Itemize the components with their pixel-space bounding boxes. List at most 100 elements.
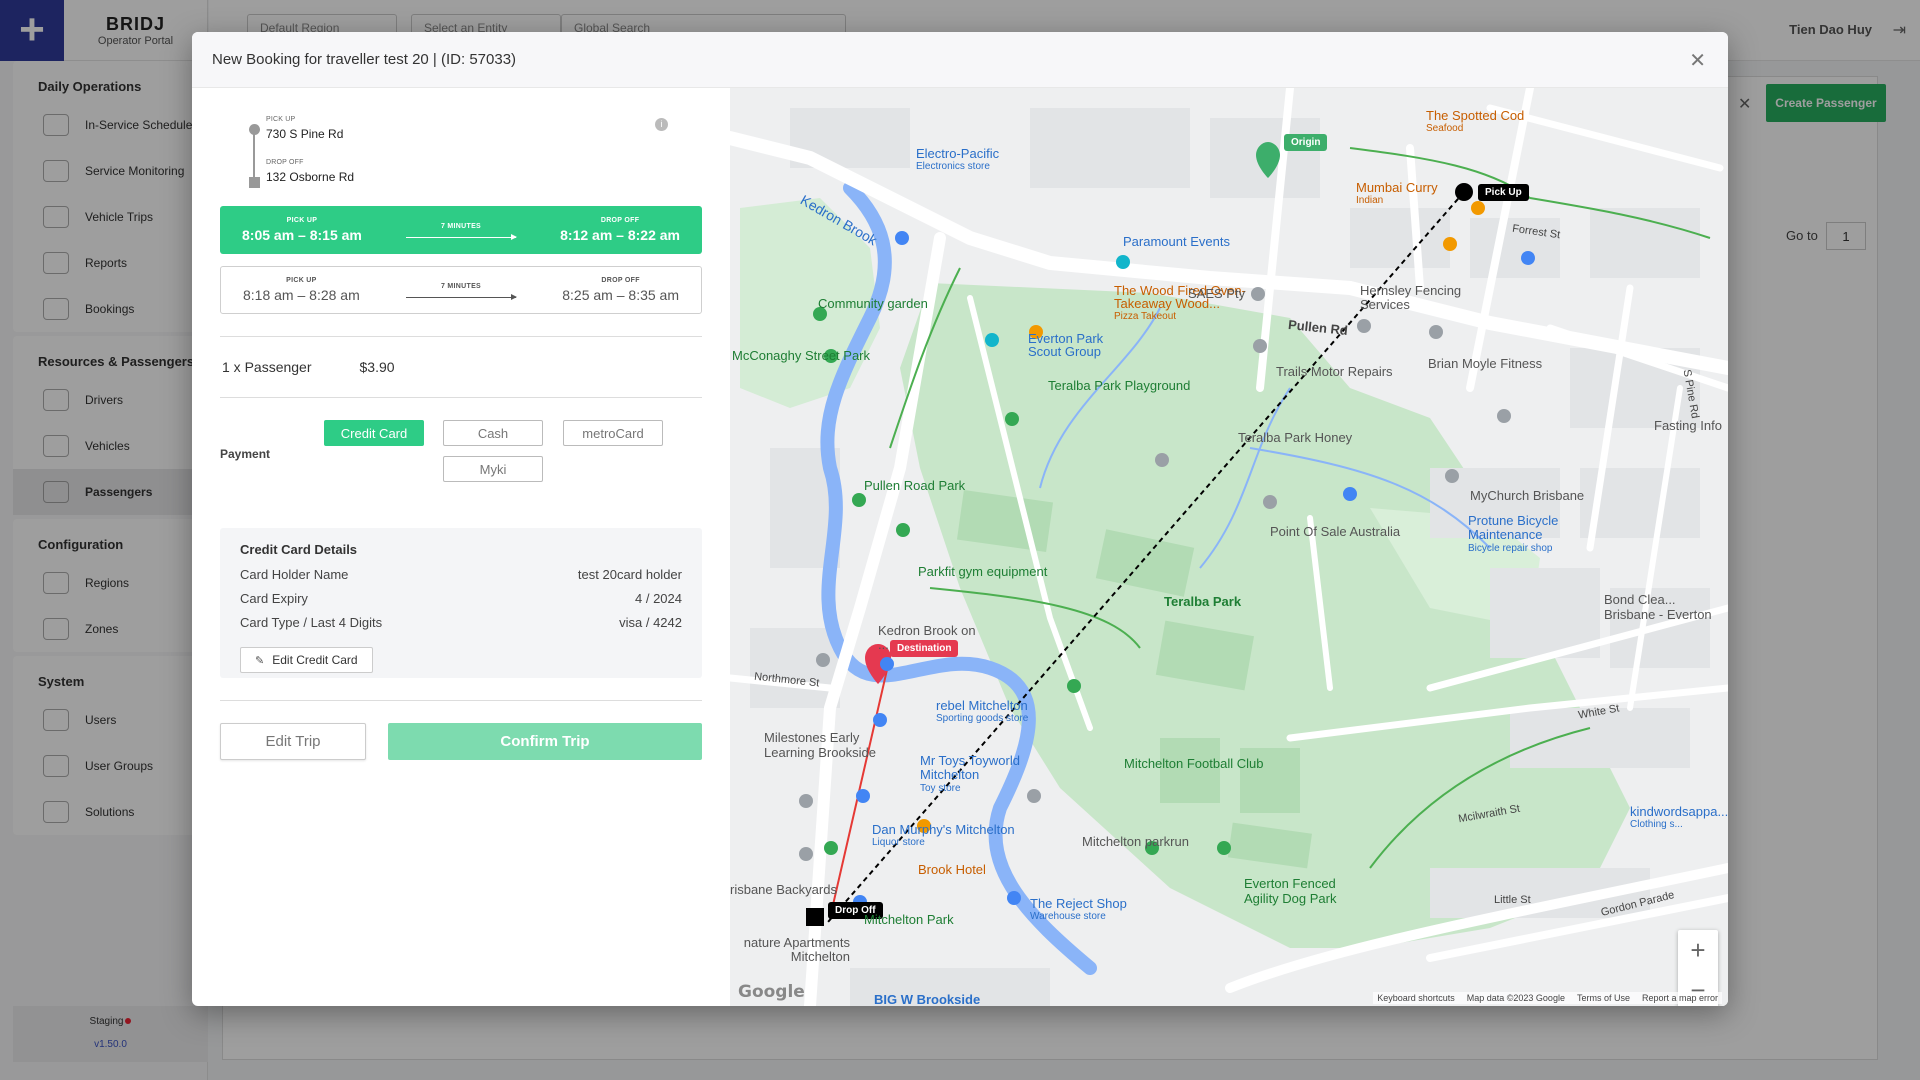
- divider: [220, 700, 702, 701]
- map-label: Protune Bicycle Maintenance Bicycle repai…: [1468, 514, 1598, 556]
- map-label-everton-fenced: Everton Fenced Agility Dog Park: [1244, 876, 1337, 906]
- map-view[interactable]: Origin Pick Up Destination Drop Off Elec…: [730, 88, 1728, 1006]
- pickup-marker-tag[interactable]: Pick Up: [1478, 184, 1529, 201]
- pickup-dot-icon: [249, 124, 260, 135]
- slot-dropoff-label: DROP OFF: [600, 217, 640, 224]
- map-label-teralba-honey: Teralba Park Honey: [1238, 430, 1353, 445]
- map-attribution: Keyboard shortcuts Map data ©2023 Google…: [1373, 992, 1722, 1004]
- edit-trip-button[interactable]: Edit Trip: [220, 723, 366, 760]
- timeslot-option-1[interactable]: PICK UP 8:05 am – 8:15 am 7 MINUTES DROP …: [220, 206, 702, 254]
- edit-credit-card-button[interactable]: ✎ Edit Credit Card: [240, 647, 373, 673]
- cc-expiry-label: Card Expiry: [240, 591, 308, 606]
- keyboard-shortcuts-link[interactable]: Keyboard shortcuts: [1377, 993, 1455, 1003]
- map-label-mumbai-sub: Indian: [1356, 195, 1384, 206]
- payment-credit-card-button[interactable]: Credit Card: [324, 420, 424, 446]
- map-label-backyards: risbane Backyards: [730, 882, 837, 897]
- divider: [220, 397, 702, 398]
- fare-price: $3.90: [359, 359, 395, 375]
- map-label-electro-sub: Electronics store: [916, 161, 990, 172]
- map-label: kindwordsappa... Clothing s...: [1630, 804, 1728, 830]
- map-label-rebel-sub: Sporting goods store: [936, 713, 1029, 724]
- passenger-count: 1 x Passenger: [222, 359, 312, 375]
- cc-type-label: Card Type / Last 4 Digits: [240, 615, 383, 630]
- dropoff-address: 132 Osborne Rd: [266, 170, 355, 184]
- report-error-link[interactable]: Report a map error: [1642, 993, 1718, 1003]
- map-label-milestones: Milestones Early Learning Brookside: [764, 730, 877, 760]
- map-label-hernsley: Hernsley Fencing Services: [1360, 283, 1462, 312]
- map-label-electro: Electro-Pacific: [916, 146, 1000, 161]
- info-icon[interactable]: i: [655, 118, 668, 131]
- map-label-signature: nature Apartments Mitchelton: [743, 935, 850, 964]
- map-label-bond: Bond Clea... Brisbane - Everton: [1604, 592, 1712, 622]
- map-label-parkrun: Mitchelton parkrun: [1082, 834, 1189, 849]
- map-label-teralba-park: Teralba Park: [1164, 594, 1242, 609]
- payment-cash-button[interactable]: Cash: [443, 420, 543, 446]
- edit-credit-card-label: Edit Credit Card: [272, 653, 358, 667]
- map-label: Mumbai Curry Indian: [1356, 180, 1438, 206]
- map-label-fasting: Fasting Info: [1654, 418, 1722, 433]
- map-label-mitchelton-park: Mitchelton Park: [864, 912, 954, 927]
- confirm-trip-button[interactable]: Confirm Trip: [388, 723, 702, 760]
- map-label-kindwords-sub: Clothing s...: [1630, 819, 1683, 830]
- payment-label: Payment: [220, 447, 271, 461]
- passenger-fare-row: 1 x Passenger $3.90: [220, 359, 702, 375]
- slot-dropoff-time: 8:12 am – 8:22 am: [560, 227, 680, 243]
- origin-marker-tag[interactable]: Origin: [1284, 134, 1328, 151]
- map-label-reject: The Reject Shop: [1030, 896, 1127, 911]
- close-icon[interactable]: ✕: [1689, 48, 1706, 73]
- map-label-reject-sub: Warehouse store: [1030, 911, 1106, 922]
- map-label-trails: Trails Motor Repairs: [1276, 364, 1393, 379]
- slot-pickup-label: PICK UP: [286, 217, 318, 224]
- slot-pickup-label: PICK UP: [286, 277, 317, 284]
- credit-card-details: Credit Card Details Card Holder Name test…: [220, 528, 702, 678]
- map-label-mrtoys-sub: Toy store: [920, 783, 961, 794]
- slot-dropoff-time: 8:25 am – 8:35 am: [562, 287, 679, 303]
- map-label-mcconaghy-park: McConaghy Street Park: [732, 348, 871, 363]
- slot-duration: 7 MINUTES: [440, 222, 482, 230]
- map-label-brian: Brian Moyle Fitness: [1428, 356, 1543, 371]
- map-label-teralba-playground: Teralba Park Playground: [1048, 378, 1191, 393]
- timeslot-option-2[interactable]: PICK UP 8:18 am – 8:28 am 7 MINUTES DROP …: [220, 266, 702, 314]
- pickup-label: PICK UP: [266, 116, 296, 123]
- map-label-oven-sub: Pizza Takeout: [1114, 311, 1177, 322]
- map-label-rebel: rebel Mitchelton: [936, 698, 1028, 713]
- cc-holder-value: test 20card holder: [577, 567, 682, 582]
- dropoff-square-icon: [249, 177, 260, 188]
- map-label-football: Mitchelton Football Club: [1124, 756, 1264, 771]
- map-label: The Reject Shop Warehouse store: [1030, 896, 1127, 922]
- modal-title: New Booking for traveller test 20 | (ID:…: [212, 51, 517, 68]
- divider: [220, 336, 702, 337]
- map-data-label: Map data ©2023 Google: [1466, 993, 1565, 1003]
- pencil-icon: ✎: [255, 654, 265, 667]
- terms-link[interactable]: Terms of Use: [1577, 993, 1630, 1003]
- map-label-saes: SAES Pty: [1188, 286, 1246, 301]
- arrow-right-icon: [406, 293, 517, 300]
- map-label-kindwords: kindwordsappa...: [1630, 804, 1728, 819]
- map-label-everton-scout: Everton Park Scout Group: [1028, 331, 1104, 359]
- payment-section: Payment Credit Card Cash metroCard Myki: [220, 420, 702, 510]
- map-label-bigw: BIG W Brookside: [874, 992, 981, 1006]
- map-label: rebel Mitchelton Sporting goods store: [936, 698, 1028, 724]
- map-label: The Spotted Cod Seafood: [1426, 108, 1524, 134]
- slot-duration: 7 MINUTES: [440, 282, 482, 290]
- new-booking-modal: New Booking for traveller test 20 | (ID:…: [192, 32, 1728, 1006]
- map-label: Electro-Pacific Electronics store: [916, 146, 999, 172]
- map-label-danmurphy-sub: Liquor store: [872, 837, 925, 848]
- slot-dropoff-label: DROP OFF: [601, 277, 640, 284]
- map-label-mumbai: Mumbai Curry: [1356, 180, 1438, 195]
- booking-details-pane: PICK UP 730 S Pine Rd DROP OFF 132 Osbor…: [192, 88, 730, 1006]
- map-label-mrtoys: Mr Toys Toyworld Mitchelton: [920, 753, 1020, 782]
- modal-header: New Booking for traveller test 20 | (ID:…: [192, 32, 1728, 88]
- slot-pickup-time: 8:05 am – 8:15 am: [242, 227, 362, 243]
- map-label-protune-sub: Bicycle repair shop: [1468, 543, 1553, 554]
- map-label-spotted-cod-sub: Seafood: [1426, 123, 1464, 134]
- payment-myki-button[interactable]: Myki: [443, 456, 543, 482]
- map-label-pullen-road-park: Pullen Road Park: [864, 478, 966, 493]
- cc-title: Credit Card Details: [240, 542, 358, 557]
- payment-metrocard-button[interactable]: metroCard: [563, 420, 663, 446]
- map-label-mychurch: MyChurch Brisbane: [1470, 488, 1585, 503]
- map-label-brook-hotel: Brook Hotel: [918, 862, 986, 877]
- modal-actions: Edit Trip Confirm Trip: [220, 723, 702, 760]
- route-summary: PICK UP 730 S Pine Rd DROP OFF 132 Osbor…: [220, 88, 702, 206]
- zoom-in-icon[interactable]: +: [1678, 930, 1718, 970]
